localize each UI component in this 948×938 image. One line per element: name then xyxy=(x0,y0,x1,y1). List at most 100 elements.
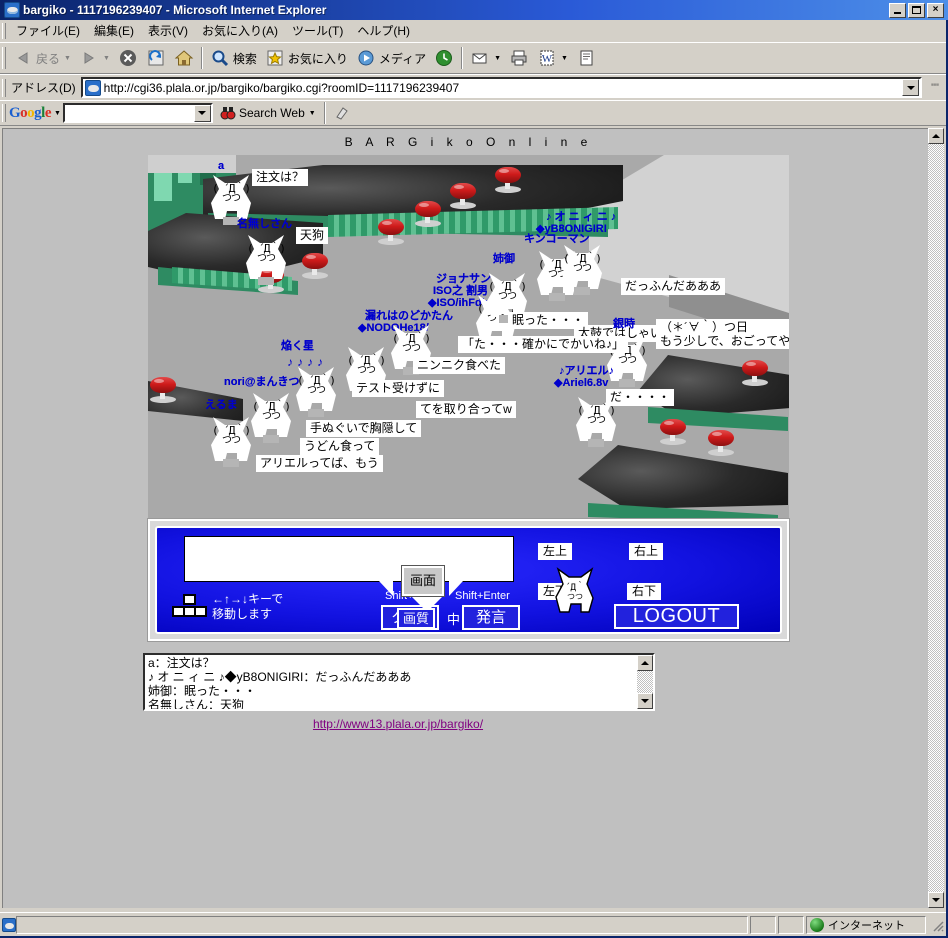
menu-edit[interactable]: 編集(E) xyxy=(87,20,141,41)
status-zone-label: インターネット xyxy=(828,919,905,932)
links-label[interactable]: "" xyxy=(924,82,946,94)
google-search-dropdown[interactable] xyxy=(193,104,211,122)
character-nanashi[interactable]: ( ´Д｀) つつ xyxy=(243,229,289,287)
speech-bubble: （＊´∀｀）つ日 もう少しで、おごってやる・ xyxy=(656,319,789,349)
mail-icon xyxy=(470,48,490,68)
navigation-toolbar: 戻る ▼ ▼ 検索 お気に入り メディア ▼ W ▼ xyxy=(0,42,946,74)
google-chevron-down-icon[interactable]: ▼ xyxy=(54,110,61,117)
menu-favorites[interactable]: お気に入り(A) xyxy=(195,20,285,41)
back-chevron-down-icon[interactable]: ▼ xyxy=(64,55,71,62)
google-highlight-button[interactable] xyxy=(329,103,355,123)
menu-tools[interactable]: ツール(T) xyxy=(285,20,350,41)
character-onigiri[interactable]: ( ´Д｀) つつ xyxy=(559,239,605,297)
toolbar-separator xyxy=(200,47,203,69)
print-button[interactable] xyxy=(505,45,533,71)
dpad-right-button[interactable] xyxy=(449,566,463,596)
address-url-text: http://cgi36.plala.or.jp/bargiko/bargiko… xyxy=(103,80,460,95)
log-scroll-track[interactable] xyxy=(637,671,653,693)
corner-upright-button[interactable]: 右上 xyxy=(629,543,664,560)
screen-button[interactable]: 画面 xyxy=(402,566,444,596)
nametag-jonathan: ジョナサン xyxy=(436,273,491,285)
dpad-up-button[interactable] xyxy=(412,545,442,560)
mail-button[interactable]: ▼ xyxy=(466,45,505,71)
forward-button[interactable]: ▼ xyxy=(75,45,114,71)
google-search-web-label: Search Web xyxy=(238,106,305,120)
quality-label[interactable]: 画質 xyxy=(397,608,436,629)
history-button[interactable] xyxy=(430,45,458,71)
address-input[interactable]: http://cgi36.plala.or.jp/bargiko/bargiko… xyxy=(80,77,922,98)
page-scroll-down-button[interactable] xyxy=(928,892,944,908)
chat-log-text: a：注文は？ ♪ オ ニ ィ ニ ♪◆yB8ONIGIRI：だっふんだあああ 姉… xyxy=(148,656,412,709)
site-link[interactable]: http://www13.plala.or.jp/bargiko/ xyxy=(3,717,793,731)
search-button[interactable]: 検索 xyxy=(206,45,261,71)
back-label: 戻る xyxy=(36,51,61,66)
speech-bubble: テスト受けずに xyxy=(352,380,445,397)
character-face2: つつ xyxy=(573,263,592,274)
game-board[interactable]: a ( ´Д｀) つつ 注文は？ 名無しさん ( ´Д｀) つつ 天狗 えるま xyxy=(148,155,789,520)
back-button[interactable]: 戻る ▼ xyxy=(9,45,75,71)
media-button[interactable]: メディア xyxy=(352,45,430,71)
toolbar-grip[interactable] xyxy=(2,47,6,69)
send-button[interactable]: 発言 xyxy=(462,605,520,630)
forward-chevron-down-icon[interactable]: ▼ xyxy=(103,55,110,62)
menu-grip[interactable] xyxy=(2,22,6,39)
page-scrollbar[interactable] xyxy=(928,128,944,908)
menu-view[interactable]: 表示(V) xyxy=(141,20,195,41)
stop-button[interactable] xyxy=(114,45,142,71)
character-face2: つつ xyxy=(587,415,606,426)
forward-arrow-icon xyxy=(79,48,99,68)
menu-help[interactable]: ヘルプ(H) xyxy=(350,20,417,41)
dpad-left-button[interactable] xyxy=(379,566,393,596)
refresh-button[interactable] xyxy=(142,45,170,71)
corner-downright-button[interactable]: 右下 xyxy=(627,583,662,600)
mail-chevron-down-icon[interactable]: ▼ xyxy=(494,55,501,62)
minimize-button[interactable] xyxy=(889,2,906,18)
address-label: アドレス(D) xyxy=(11,81,76,95)
stool xyxy=(448,183,478,209)
nametag-onigiri-trip: ◆yB8ONIGIRI xyxy=(536,223,607,235)
speech-bubble: だっふんだあああ xyxy=(621,278,726,295)
address-grip[interactable] xyxy=(2,78,6,97)
close-button[interactable]: × xyxy=(927,2,944,18)
print-icon xyxy=(509,48,529,68)
chat-log-scrollbar[interactable] xyxy=(637,655,653,709)
google-grip[interactable] xyxy=(2,104,6,122)
home-button[interactable] xyxy=(170,45,198,71)
google-search-field[interactable] xyxy=(62,103,213,123)
maximize-button[interactable] xyxy=(908,2,925,18)
google-search-web-button[interactable]: Search Web ▼ xyxy=(215,103,321,123)
page-icon xyxy=(84,79,101,96)
speech-bubble: 天狗 xyxy=(296,227,329,244)
google-toolbar: Google ▼ Search Web ▼ xyxy=(0,100,946,126)
edit-button[interactable]: W ▼ xyxy=(533,45,572,71)
resize-grip[interactable] xyxy=(930,918,944,932)
nametag-anego: 姉御 xyxy=(493,253,515,265)
discuss-button[interactable] xyxy=(572,45,600,71)
address-dropdown-button[interactable] xyxy=(902,79,919,96)
nametag-ariel: ♪アリエル♪ xyxy=(559,365,614,377)
google-searchweb-chevron-down-icon[interactable]: ▼ xyxy=(309,110,316,117)
page-scroll-track[interactable] xyxy=(928,144,944,892)
highlighter-icon xyxy=(334,105,350,121)
speech-bubble: てを取り合ってw xyxy=(416,401,516,418)
logout-button[interactable]: LOGOUT xyxy=(614,604,739,629)
chat-log[interactable]: a：注文は？ ♪ オ ニ ィ ニ ♪◆yB8ONIGIRI：だっふんだあああ 姉… xyxy=(143,653,655,711)
edit-chevron-down-icon[interactable]: ▼ xyxy=(561,55,568,62)
menu-file[interactable]: ファイル(E) xyxy=(9,20,87,41)
character-nori[interactable]: ( ´Д｀) つつ xyxy=(248,387,294,445)
chat-input[interactable] xyxy=(184,536,514,582)
favorites-button[interactable]: お気に入り xyxy=(261,45,352,71)
log-scroll-down-button[interactable] xyxy=(637,693,653,709)
log-scroll-up-button[interactable] xyxy=(637,655,653,671)
stool xyxy=(300,253,330,279)
page-scroll-up-button[interactable] xyxy=(928,128,944,144)
speech-bubble: アリエルってば、もう xyxy=(256,455,383,472)
speech-bubble: 「た・・・確かにでかいね♪」 xyxy=(458,336,629,353)
media-icon xyxy=(356,48,376,68)
character-face2: つつ xyxy=(402,343,421,354)
title-bar: bargiko - 1117196239407 - Microsoft Inte… xyxy=(0,0,948,20)
corner-upleft-button[interactable]: 左上 xyxy=(538,543,573,560)
character-face2: つつ xyxy=(257,253,276,264)
svg-text:つつ: つつ xyxy=(567,592,583,601)
character-homurakuhoshi[interactable]: ( ´Д｀) つつ xyxy=(293,361,339,419)
